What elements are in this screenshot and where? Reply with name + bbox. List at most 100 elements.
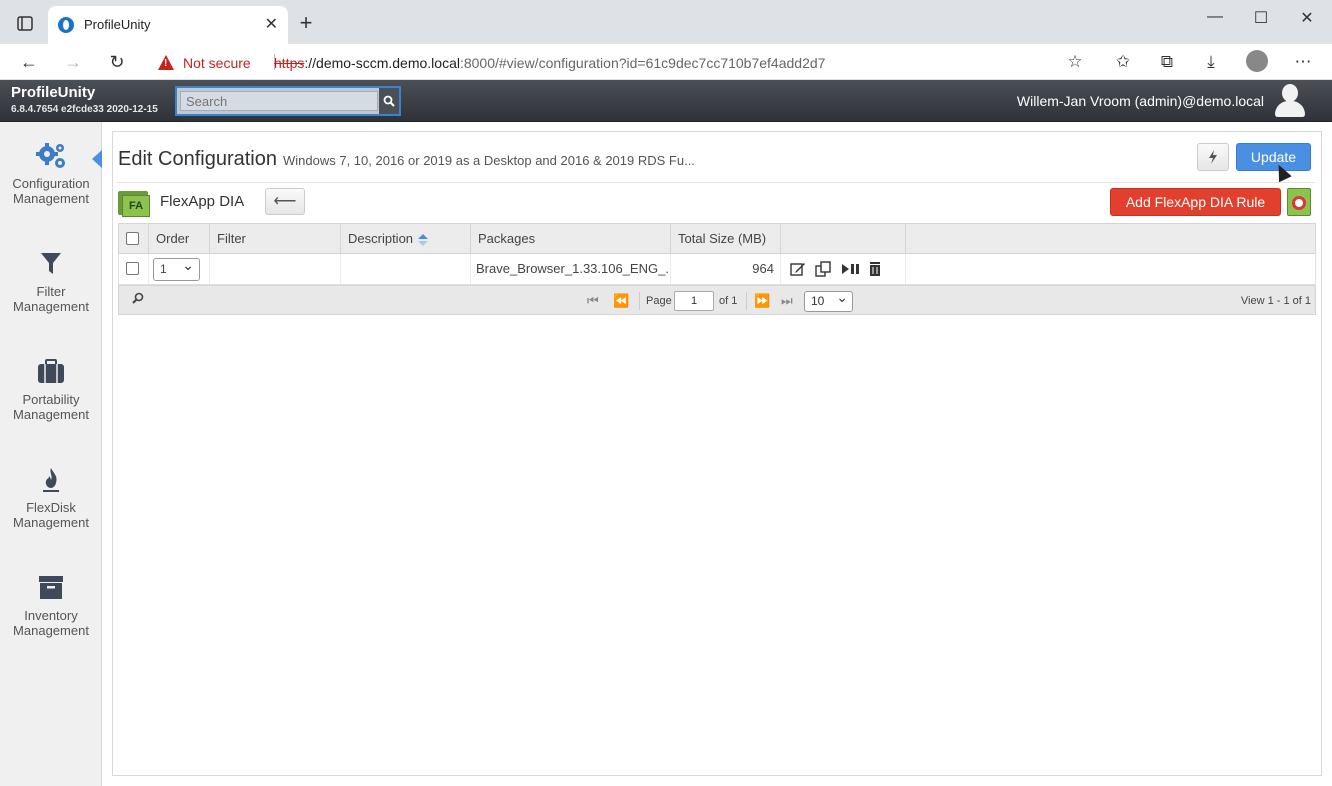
add-favorite-icon[interactable]: ☆ [1063, 52, 1087, 72]
page-size-select[interactable]: 10 [804, 288, 853, 312]
sidebar-label: Management [13, 299, 89, 314]
help-lifebuoy-icon[interactable] [1287, 188, 1311, 216]
order-cell: 1 [149, 254, 210, 284]
flexapp-badge: FA [122, 195, 150, 217]
pager-divider [746, 292, 747, 310]
warning-icon [158, 55, 174, 70]
search-icon[interactable] [379, 88, 399, 114]
refresh-icon[interactable]: ↻ [104, 50, 130, 74]
sidebar-label: Management [13, 191, 89, 206]
favorites-icon[interactable]: ✩ [1111, 52, 1135, 72]
view-count-label: View 1 - 1 of 1 [1240, 295, 1311, 307]
search-grid-icon[interactable] [132, 292, 144, 307]
packages-cell: Brave_Browser_1.33.106_ENG_... [471, 254, 671, 284]
more-options-icon[interactable]: ⋯ [1291, 52, 1315, 72]
column-header-actions [781, 224, 906, 253]
play-pause-icon[interactable] [840, 261, 862, 277]
browser-tab-bar: ProfileUnity ✕ + — ☐ ✕ [0, 0, 1332, 44]
filter-cell [210, 254, 341, 284]
order-value: 1 [160, 262, 167, 276]
gears-icon [36, 143, 65, 168]
table-row[interactable]: 1 Brave_Browser_1.33.106_ENG_... 964 [118, 254, 1316, 285]
version-text: 6.8.4.7654 e2fcde33 2020-12-15 [11, 104, 158, 115]
browser-profile-icon[interactable] [1246, 50, 1268, 72]
column-header-total-size[interactable]: Total Size (MB) [671, 224, 781, 253]
sidebar: Configuration Management Filter Manageme… [0, 122, 102, 786]
page-number-input[interactable]: 1 [674, 291, 714, 311]
sidebar-label: Portability [22, 392, 80, 407]
user-name[interactable]: Willem-Jan Vroom (admin)@demo.local [1017, 93, 1264, 109]
new-tab-icon[interactable]: + [294, 10, 318, 36]
pager-divider [639, 292, 640, 310]
briefcase-icon [38, 359, 64, 383]
column-header-order[interactable]: Order [149, 224, 210, 253]
back-icon[interactable]: ← [16, 50, 42, 74]
address-bar[interactable]: Not secure https://demo-sccm.demo.local:… [146, 48, 1096, 76]
configuration-description: Windows 7, 10, 2016 or 2019 as a Desktop… [283, 153, 695, 168]
actions-cell [781, 254, 906, 284]
column-header-packages[interactable]: Packages [471, 224, 671, 253]
search-box [175, 86, 401, 116]
url-path: :8000/#view/configuration?id=61c9dec7cc7… [459, 55, 826, 71]
brand-name: ProfileUnity [11, 84, 96, 101]
flexapp-icon: FA [118, 189, 150, 217]
sidebar-label: Management [13, 623, 89, 638]
copy-icon[interactable] [815, 261, 831, 277]
grid-header: Order Filter Description Packages Total … [118, 223, 1316, 254]
close-tab-icon[interactable]: ✕ [265, 14, 278, 34]
sidebar-label: Configuration [12, 176, 90, 191]
collections-icon[interactable]: ⧉ [1155, 52, 1179, 72]
url-host: ://demo-sccm.demo.local [304, 55, 460, 71]
minimize-icon[interactable]: — [1192, 8, 1238, 26]
select-all-checkbox[interactable] [126, 232, 139, 245]
row-checkbox[interactable] [126, 262, 139, 275]
close-window-icon[interactable]: ✕ [1284, 8, 1330, 28]
total-size-cell: 964 [671, 254, 781, 284]
grid-pager: ⏮ ⏪ Page 1 of 1 ⏩ ⏭ 10 View 1 - 1 of 1 [118, 285, 1316, 315]
first-page-icon[interactable]: ⏮ [587, 293, 599, 309]
row-select-cell [119, 254, 149, 284]
edit-icon[interactable] [790, 261, 806, 277]
archive-box-icon [39, 576, 63, 599]
add-flexapp-dia-rule-button[interactable]: Add FlexApp DIA Rule [1110, 188, 1281, 216]
column-header-description[interactable]: Description [341, 224, 471, 253]
lightning-icon [1209, 150, 1217, 164]
maximize-icon[interactable]: ☐ [1238, 8, 1284, 28]
description-cell [341, 254, 471, 284]
delete-icon[interactable] [867, 261, 883, 277]
next-page-icon[interactable]: ⏩ [754, 293, 770, 309]
security-label: Not secure [183, 55, 251, 71]
order-select[interactable]: 1 [153, 255, 200, 281]
sidebar-item-configuration[interactable]: Configuration Management [0, 142, 102, 206]
back-button[interactable]: ⟵ [265, 188, 305, 215]
previous-page-icon[interactable]: ⏪ [613, 293, 629, 309]
page-title: Edit Configuration [118, 148, 277, 170]
divider [117, 182, 1315, 183]
tab-actions-icon[interactable] [14, 14, 36, 34]
quick-deploy-button[interactable] [1197, 143, 1229, 171]
page-count-label: of 1 [719, 295, 738, 307]
search-input[interactable] [180, 91, 378, 111]
url-text: https://demo-sccm.demo.local:8000/#view/… [274, 55, 825, 71]
user-avatar-icon[interactable] [1274, 83, 1306, 119]
sort-icon [418, 233, 429, 246]
profileunity-favicon-icon [58, 17, 74, 33]
sidebar-label: Filter [36, 284, 66, 299]
last-page-icon[interactable]: ⏭ [781, 293, 793, 309]
browser-tab[interactable]: ProfileUnity ✕ [48, 6, 288, 44]
forward-icon[interactable]: → [60, 50, 86, 74]
page-size-value: 10 [811, 294, 825, 308]
sidebar-item-inventory[interactable]: Inventory Management [0, 574, 102, 638]
url-scheme: https [274, 55, 305, 71]
sidebar-label: FlexDisk [26, 500, 76, 515]
page-label: Page [646, 295, 672, 307]
sidebar-item-flexdisk[interactable]: FlexDisk Management [0, 466, 102, 530]
sidebar-item-portability[interactable]: Portability Management [0, 358, 102, 422]
sidebar-label: Management [13, 515, 89, 530]
flame-icon [43, 468, 59, 492]
column-header-filter[interactable]: Filter [210, 224, 341, 253]
downloads-icon[interactable]: ⤓ [1199, 52, 1223, 72]
section-title: FlexApp DIA [160, 193, 245, 210]
sidebar-item-filter[interactable]: Filter Management [0, 250, 102, 314]
filter-icon [41, 253, 61, 274]
